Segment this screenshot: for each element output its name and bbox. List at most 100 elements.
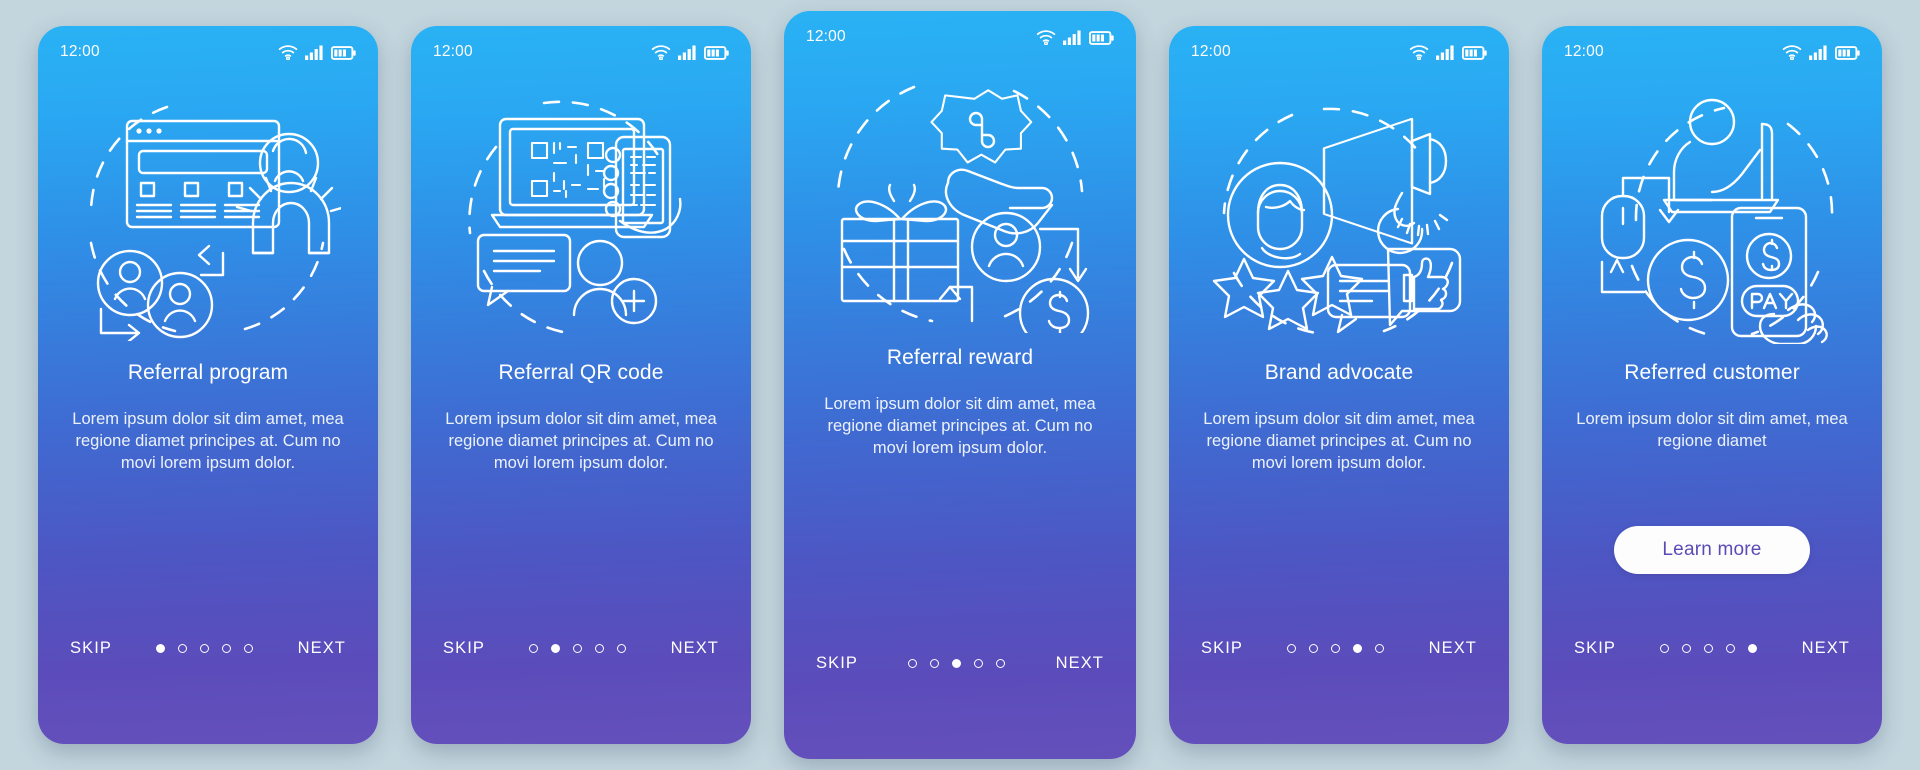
pagination-dot-1[interactable] (1660, 644, 1670, 653)
status-icon-group (1782, 44, 1860, 60)
pagination-dot-5[interactable] (244, 644, 254, 653)
pagination-dot-3[interactable] (1704, 644, 1714, 653)
status-icon-group (651, 44, 729, 60)
pagination-dot-1[interactable] (1287, 644, 1297, 653)
skip-button[interactable]: SKIP (441, 635, 487, 662)
status-bar: 12:00 (411, 26, 751, 78)
status-icon-group (1036, 29, 1114, 45)
pagination-dot-5[interactable] (617, 644, 627, 653)
browser-users-magnet-illustration (38, 72, 378, 362)
screen-body-text: Lorem ipsum dolor sit dim amet, mea regi… (1203, 410, 1475, 472)
skip-button[interactable]: SKIP (1572, 635, 1618, 662)
person-laptop-pay-illustration (1542, 72, 1882, 362)
copy-block: Referral reward Lorem ipsum dolor sit di… (784, 345, 1136, 459)
status-clock: 12:00 (433, 43, 473, 60)
battery-icon (331, 45, 356, 60)
pagination-dot-4[interactable] (1726, 644, 1736, 653)
onboarding-nav: SKIP NEXT (784, 650, 1136, 677)
screen-body-text: Lorem ipsum dolor sit dim amet, mea regi… (72, 410, 344, 472)
pagination-dot-4[interactable] (974, 659, 984, 668)
onboarding-screen-referral-program: 12:00 Referral program Lorem ipsum dolor… (38, 26, 378, 744)
cellular-signal-icon (678, 45, 696, 60)
pagination-dot-4[interactable] (222, 644, 232, 653)
onboarding-screen-brand-advocate: 12:00 Brand advocate Lorem ipsum dolor s… (1169, 26, 1509, 744)
pagination-dot-4[interactable] (1353, 644, 1363, 653)
next-button[interactable]: NEXT (1054, 650, 1106, 677)
screen-title: Referral reward (886, 346, 1034, 369)
skip-button[interactable]: SKIP (1199, 635, 1245, 662)
pagination-dots (1287, 644, 1385, 653)
wifi-icon (651, 44, 671, 60)
cellular-signal-icon (1063, 30, 1081, 45)
pagination-dot-5[interactable] (996, 659, 1006, 668)
wifi-icon (278, 44, 298, 60)
pagination-dot-1[interactable] (529, 644, 539, 653)
next-button[interactable]: NEXT (1800, 635, 1852, 662)
skip-button[interactable]: SKIP (68, 635, 114, 662)
battery-icon (1462, 45, 1487, 60)
next-button[interactable]: NEXT (1427, 635, 1479, 662)
skip-button[interactable]: SKIP (814, 650, 860, 677)
screen-title: Brand advocate (1264, 361, 1414, 384)
status-icon-group (1409, 44, 1487, 60)
pagination-dot-2[interactable] (178, 644, 188, 653)
pagination-dots (908, 659, 1006, 668)
battery-icon (1835, 45, 1860, 60)
wifi-icon (1036, 29, 1056, 45)
copy-block: Referred customer Lorem ipsum dolor sit … (1542, 360, 1882, 453)
battery-icon (704, 45, 729, 60)
screen-body-text: Lorem ipsum dolor sit dim amet, mea regi… (445, 410, 717, 472)
status-bar: 12:00 (38, 26, 378, 78)
pagination-dot-2[interactable] (1309, 644, 1319, 653)
pagination-dot-3[interactable] (952, 659, 962, 668)
status-clock: 12:00 (1191, 43, 1231, 60)
status-bar: 12:00 (1169, 26, 1509, 78)
cellular-signal-icon (305, 45, 323, 60)
wifi-icon (1409, 44, 1429, 60)
next-button[interactable]: NEXT (296, 635, 348, 662)
screen-body-text: Lorem ipsum dolor sit dim amet, mea regi… (1576, 410, 1848, 450)
onboarding-nav: SKIP NEXT (1169, 635, 1509, 662)
pagination-dots (529, 644, 627, 653)
battery-icon (1089, 30, 1114, 45)
pagination-dot-1[interactable] (908, 659, 918, 668)
status-bar: 12:00 (1542, 26, 1882, 78)
status-clock: 12:00 (806, 28, 846, 45)
next-button[interactable]: NEXT (669, 635, 721, 662)
onboarding-nav: SKIP NEXT (1542, 635, 1882, 662)
megaphone-stars-thumbsup-illustration (1169, 72, 1509, 362)
onboarding-screen-referral-reward: 12:00 Referral reward Lorem ipsum dolor … (784, 11, 1136, 759)
onboarding-screens-stage: 12:00 Referral program Lorem ipsum dolor… (0, 0, 1920, 770)
pagination-dot-1[interactable] (156, 644, 166, 653)
wifi-icon (1782, 44, 1802, 60)
copy-block: Brand advocate Lorem ipsum dolor sit dim… (1169, 360, 1509, 474)
pagination-dot-5[interactable] (1748, 644, 1758, 653)
pagination-dot-2[interactable] (930, 659, 940, 668)
screen-title: Referred customer (1624, 361, 1800, 384)
screen-body-text: Lorem ipsum dolor sit dim amet, mea regi… (824, 395, 1096, 457)
screen-title: Referral program (127, 361, 289, 384)
cta-wrapper: Learn more (1542, 526, 1882, 574)
pagination-dot-3[interactable] (200, 644, 210, 653)
cellular-signal-icon (1436, 45, 1454, 60)
status-icon-group (278, 44, 356, 60)
pagination-dot-4[interactable] (595, 644, 605, 653)
onboarding-screen-referred-customer: 12:00 Referred customer Lorem ipsum dolo… (1542, 26, 1882, 744)
screen-title: Referral QR code (498, 361, 664, 384)
gift-hand-coin-illustration (784, 57, 1136, 347)
pagination-dot-5[interactable] (1375, 644, 1385, 653)
onboarding-nav: SKIP NEXT (38, 635, 378, 662)
pagination-dot-3[interactable] (1331, 644, 1341, 653)
pagination-dot-3[interactable] (573, 644, 583, 653)
status-clock: 12:00 (1564, 43, 1604, 60)
cellular-signal-icon (1809, 45, 1827, 60)
pagination-dot-2[interactable] (1682, 644, 1692, 653)
pagination-dots (1660, 644, 1758, 653)
onboarding-screen-referral-qr-code: 12:00 Referral QR code Lorem ipsum dolor… (411, 26, 751, 744)
laptop-qr-phone-illustration (411, 72, 751, 362)
pagination-dot-2[interactable] (551, 644, 561, 653)
copy-block: Referral QR code Lorem ipsum dolor sit d… (411, 360, 751, 474)
onboarding-nav: SKIP NEXT (411, 635, 751, 662)
learn-more-button[interactable]: Learn more (1614, 526, 1810, 574)
status-bar: 12:00 (784, 11, 1136, 63)
